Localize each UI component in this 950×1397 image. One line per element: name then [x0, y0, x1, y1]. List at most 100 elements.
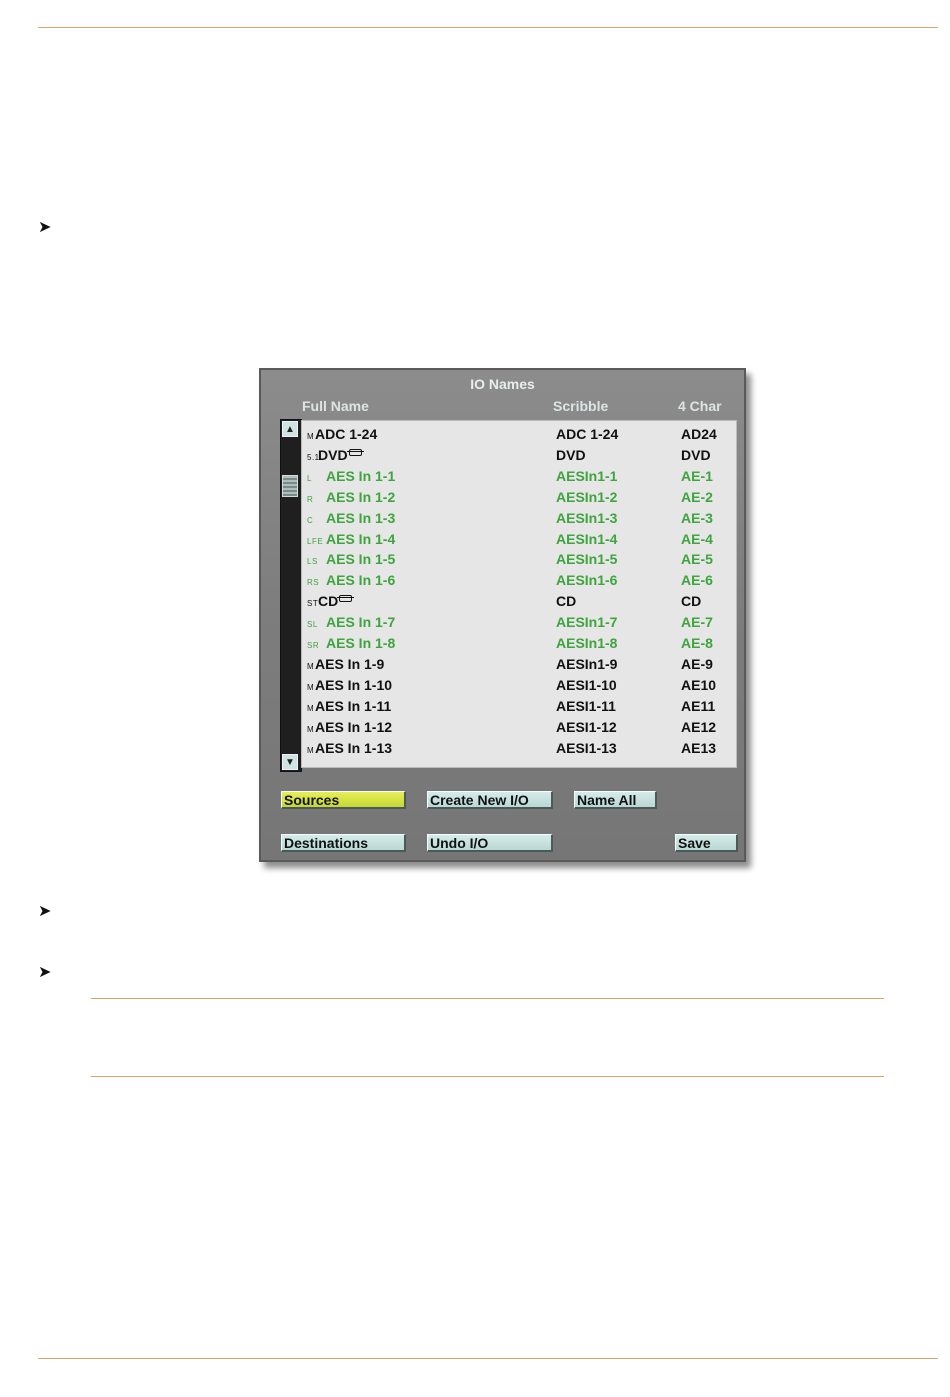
- four-char-cell[interactable]: AE11: [681, 698, 715, 714]
- full-name-cell[interactable]: CD: [318, 593, 355, 610]
- column-header-4-char[interactable]: 4 Char: [678, 398, 722, 414]
- scribble-cell[interactable]: AESIn1-7: [556, 614, 617, 630]
- full-name-cell[interactable]: AES In 1-5: [326, 551, 395, 567]
- scribble-cell[interactable]: AESIn1-4: [556, 531, 617, 547]
- four-char-cell[interactable]: AE-6: [681, 572, 713, 588]
- four-char-cell[interactable]: AD24: [681, 426, 717, 442]
- scribble-cell[interactable]: AESIn1-1: [556, 468, 617, 484]
- full-name-text: DVD: [318, 446, 348, 463]
- io-row[interactable]: M AES In 1-9 AESIn1-9 AE-9: [302, 654, 736, 674]
- scribble-cell[interactable]: AESI1-11: [556, 698, 616, 714]
- io-row[interactable]: C AES In 1-3 AESIn1-3 AE-3: [302, 508, 736, 528]
- create-new-io-button[interactable]: Create New I/O: [427, 791, 553, 809]
- io-row[interactable]: RS AES In 1-6 AESIn1-6 AE-6: [302, 570, 736, 590]
- triangle-down-icon: ▼: [285, 757, 295, 768]
- four-char-cell[interactable]: DVD: [681, 447, 711, 463]
- format-tag: M: [307, 703, 315, 713]
- format-tag: C: [307, 515, 314, 525]
- name-all-button[interactable]: Name All: [574, 791, 657, 809]
- four-char-cell[interactable]: AE10: [681, 677, 716, 693]
- four-char-cell[interactable]: AE-5: [681, 551, 713, 567]
- destinations-button[interactable]: Destinations: [281, 834, 406, 852]
- full-name-cell[interactable]: AES In 1-11: [315, 698, 391, 714]
- full-name-cell[interactable]: AES In 1-13: [315, 740, 392, 756]
- scribble-cell[interactable]: AESI1-13: [556, 740, 617, 756]
- scroll-thumb[interactable]: [282, 475, 298, 497]
- save-button[interactable]: Save: [675, 834, 738, 852]
- scribble-cell[interactable]: ADC 1-24: [556, 426, 618, 442]
- scroll-down-button[interactable]: ▼: [282, 754, 298, 770]
- full-name-cell[interactable]: AES In 1-6: [326, 572, 395, 588]
- bullet-arrow-icon: ➤: [38, 903, 52, 920]
- io-row[interactable]: LS AES In 1-5 AESIn1-5 AE-5: [302, 549, 736, 569]
- full-name-cell[interactable]: AES In 1-2: [326, 489, 395, 505]
- footer-rule: [38, 1358, 938, 1359]
- four-char-cell[interactable]: AE-7: [681, 614, 713, 630]
- scribble-cell[interactable]: AESI1-10: [556, 677, 617, 693]
- four-char-cell[interactable]: AE-1: [681, 468, 713, 484]
- format-tag: M: [307, 724, 315, 734]
- format-tag: ST: [307, 599, 319, 609]
- bullet-arrow-icon: ➤: [38, 219, 52, 236]
- full-name-cell[interactable]: AES In 1-10: [315, 677, 392, 693]
- io-names-panel: IO Names Full Name Scribble 4 Char ▲ ▼ M…: [259, 368, 746, 862]
- format-tag: M: [307, 745, 315, 755]
- four-char-cell[interactable]: AE-8: [681, 635, 713, 651]
- full-name-text: AES In 1-7: [326, 614, 396, 631]
- full-name-cell[interactable]: AES In 1-4: [326, 531, 395, 547]
- four-char-cell[interactable]: AE-9: [681, 656, 713, 672]
- full-name-cell[interactable]: DVD: [318, 446, 364, 463]
- full-name-text: AES In 1-3: [326, 509, 396, 526]
- four-char-cell[interactable]: AE-3: [681, 510, 713, 526]
- scribble-cell[interactable]: DVD: [556, 447, 586, 463]
- full-name-text: CD: [318, 593, 339, 610]
- full-name-cell[interactable]: AES In 1-3: [326, 510, 395, 526]
- full-name-text: AES In 1-12: [315, 718, 393, 735]
- io-row[interactable]: SL AES In 1-7 AESIn1-7 AE-7: [302, 612, 736, 632]
- full-name-text: AES In 1-11: [315, 697, 392, 714]
- list-scrollbar[interactable]: ▲ ▼: [280, 419, 302, 772]
- format-tag: LS: [307, 557, 318, 567]
- full-name-text: AES In 1-5: [326, 551, 396, 568]
- four-char-cell[interactable]: AE12: [681, 719, 716, 735]
- scribble-cell[interactable]: AESIn1-5: [556, 551, 617, 567]
- scroll-up-button[interactable]: ▲: [282, 421, 298, 437]
- io-row[interactable]: LFE AES In 1-4 AESIn1-4 AE-4: [302, 529, 736, 549]
- undo-io-button[interactable]: Undo I/O: [427, 834, 553, 852]
- full-name-cell[interactable]: AES In 1-7: [326, 614, 395, 630]
- io-row[interactable]: SR AES In 1-8 AESIn1-8 AE-8: [302, 633, 736, 653]
- link-icon: [346, 448, 364, 456]
- io-row[interactable]: M AES In 1-11 AESI1-11 AE11: [302, 696, 736, 716]
- scribble-cell[interactable]: AESIn1-6: [556, 572, 617, 588]
- io-row[interactable]: R AES In 1-2 AESIn1-2 AE-2: [302, 487, 736, 507]
- io-row[interactable]: M AES In 1-10 AESI1-10 AE10: [302, 675, 736, 695]
- io-row[interactable]: ST CD CD CD: [302, 591, 736, 611]
- full-name-text: ADC 1-24: [315, 426, 378, 442]
- full-name-cell[interactable]: AES In 1-12: [315, 719, 392, 735]
- full-name-cell[interactable]: ADC 1-24: [315, 426, 377, 442]
- scribble-cell[interactable]: AESIn1-3: [556, 510, 617, 526]
- scribble-cell[interactable]: CD: [556, 593, 576, 609]
- io-row[interactable]: 5.1 DVD DVD DVD: [302, 445, 736, 465]
- sources-button[interactable]: Sources: [281, 791, 406, 809]
- io-row[interactable]: M ADC 1-24 ADC 1-24 AD24: [302, 424, 736, 444]
- full-name-cell[interactable]: AES In 1-8: [326, 635, 395, 651]
- io-row[interactable]: M AES In 1-12 AESI1-12 AE12: [302, 717, 736, 737]
- triangle-up-icon: ▲: [285, 424, 295, 435]
- io-row[interactable]: M AES In 1-13 AESI1-13 AE13: [302, 738, 736, 758]
- io-row[interactable]: L AES In 1-1 AESIn1-1 AE-1: [302, 466, 736, 486]
- scribble-cell[interactable]: AESI1-12: [556, 719, 617, 735]
- scribble-cell[interactable]: AESIn1-9: [556, 656, 617, 672]
- four-char-cell[interactable]: AE13: [681, 740, 716, 756]
- four-char-cell[interactable]: CD: [681, 593, 701, 609]
- scribble-cell[interactable]: AESIn1-8: [556, 635, 617, 651]
- full-name-cell[interactable]: AES In 1-1: [326, 468, 395, 484]
- four-char-cell[interactable]: AE-4: [681, 531, 713, 547]
- link-icon: [337, 595, 355, 603]
- column-header-scribble[interactable]: Scribble: [553, 398, 608, 414]
- scribble-cell[interactable]: AESIn1-2: [556, 489, 617, 505]
- full-name-cell[interactable]: AES In 1-9: [315, 656, 384, 672]
- column-header-full-name[interactable]: Full Name: [302, 398, 369, 414]
- full-name-text: AES In 1-10: [315, 676, 393, 693]
- four-char-cell[interactable]: AE-2: [681, 489, 713, 505]
